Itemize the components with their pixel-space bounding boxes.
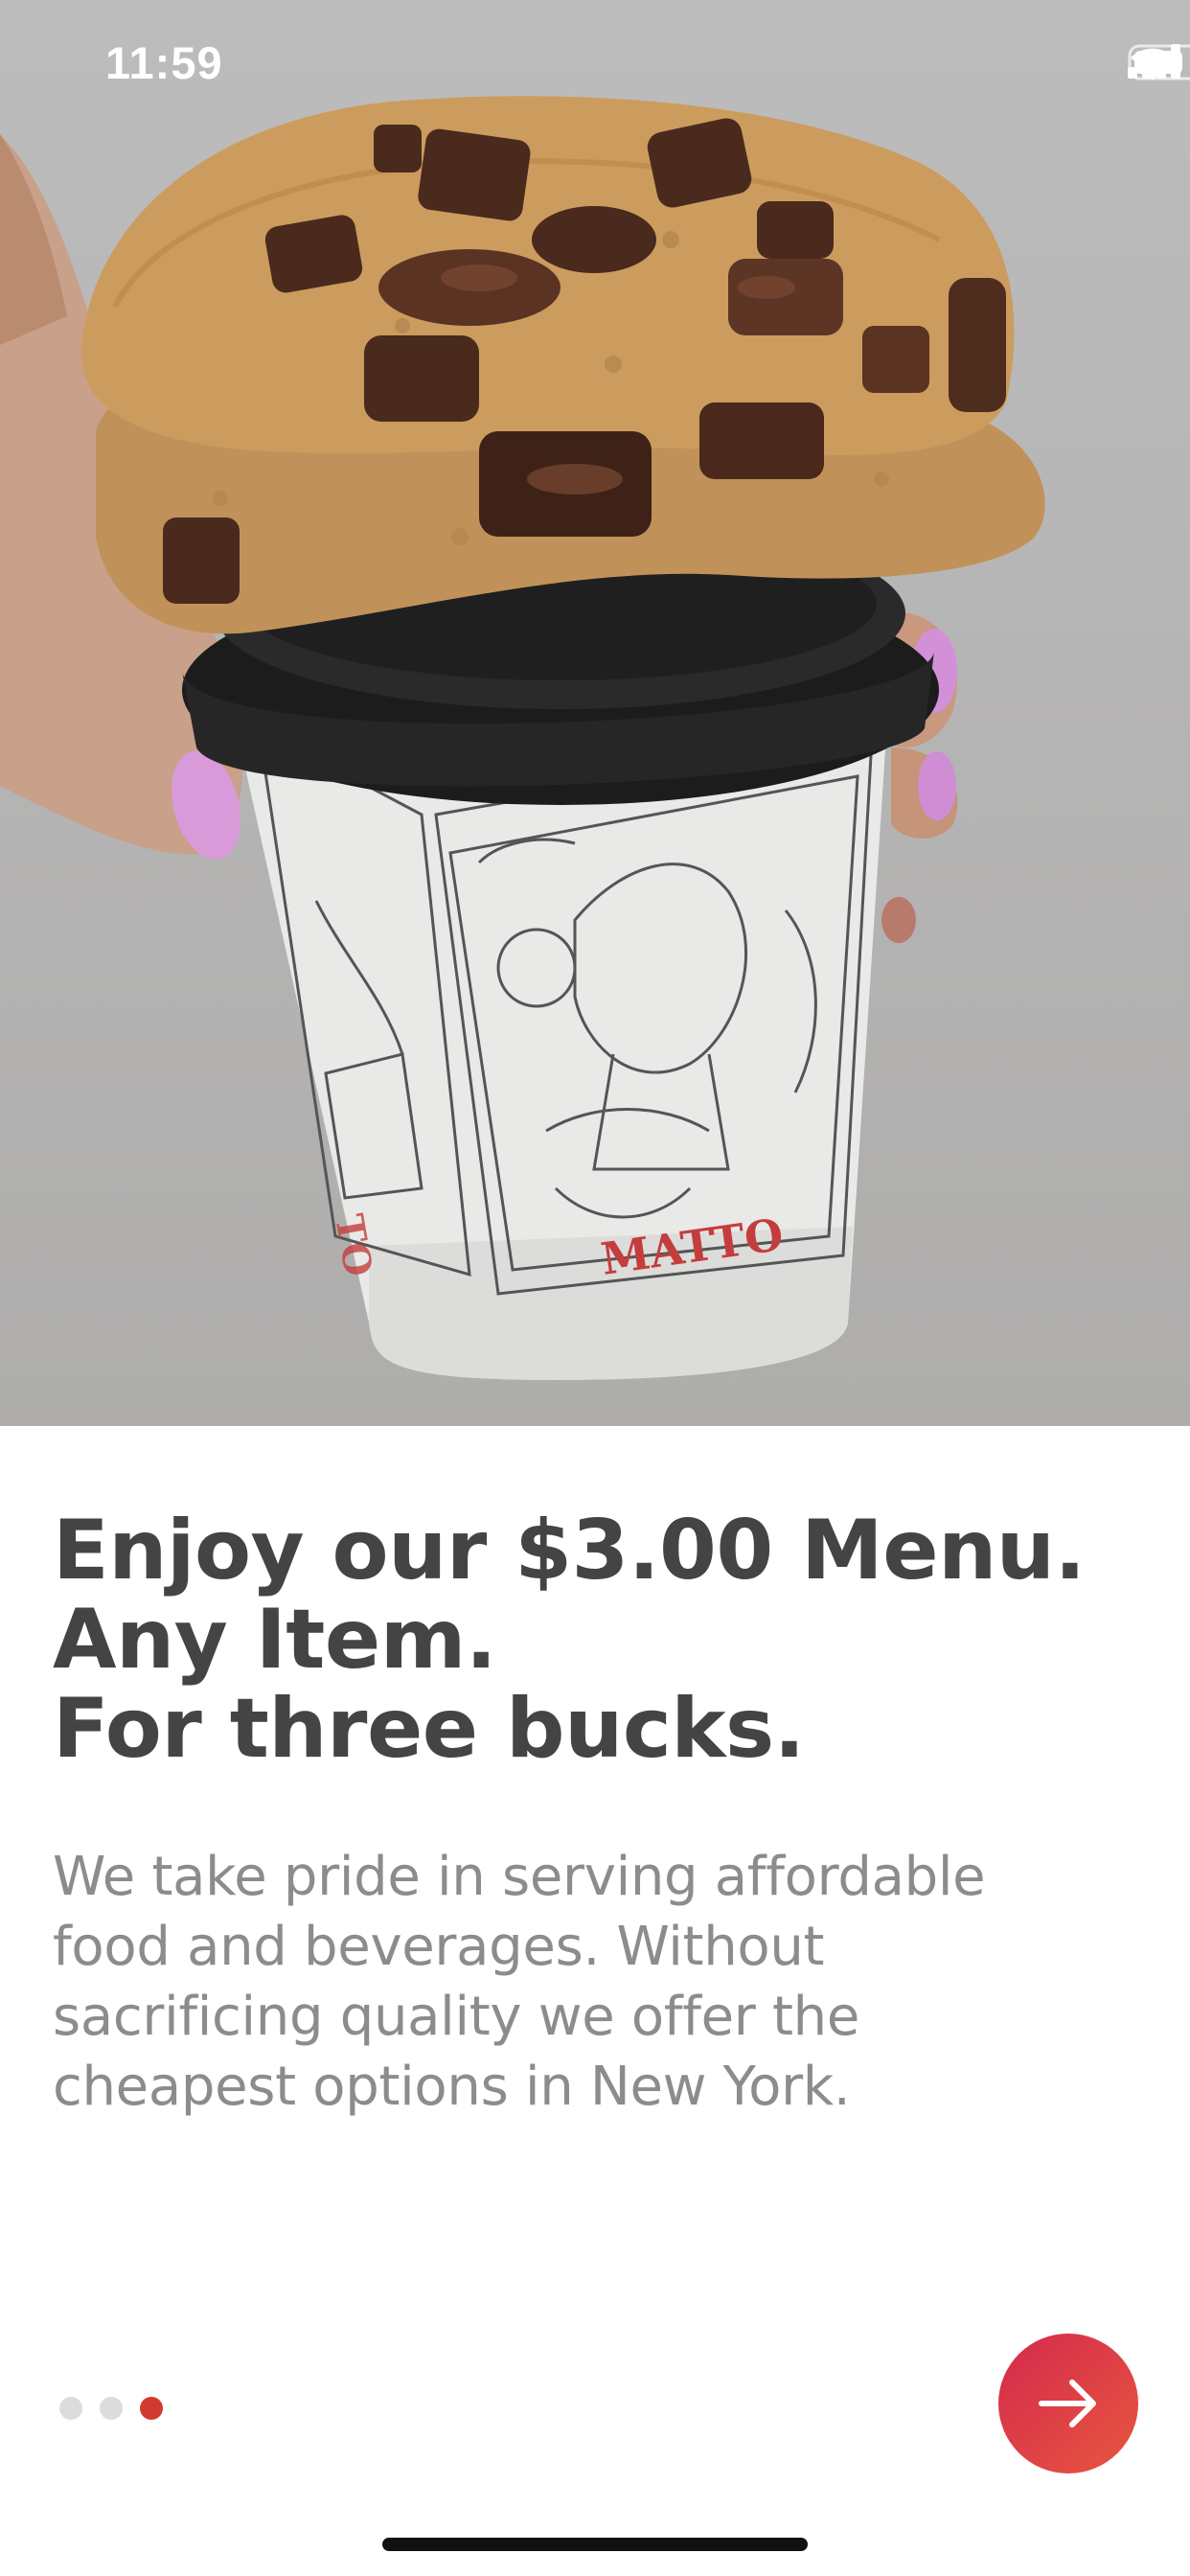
arrow-right-icon — [1039, 2380, 1096, 2427]
headline-line: For three bucks. — [53, 1681, 805, 1777]
status-bar-time: 11:59 — [105, 37, 223, 88]
description-line: cheapest options in New York. — [53, 2056, 851, 2118]
onboarding-headline: Enjoy our $3.00 Menu. Any Item. For thre… — [53, 1506, 1145, 1774]
page-indicator — [59, 2397, 163, 2420]
page-dot-active[interactable] — [140, 2397, 163, 2420]
onboarding-description: We take pride in serving affordable food… — [53, 1842, 1126, 2122]
svg-text:TO: TO — [326, 1211, 381, 1280]
headline-line: Enjoy our $3.00 Menu. — [53, 1503, 1086, 1598]
headline-line: Any Item. — [53, 1592, 497, 1688]
description-line: We take pride in serving affordable — [53, 1846, 986, 1908]
battery-icon — [1128, 44, 1190, 80]
home-indicator[interactable] — [382, 2538, 808, 2551]
cookie-coffee-illustration: MATTO TO — [0, 96, 1045, 1380]
description-line: food and beverages. Without — [53, 1916, 825, 1978]
description-line: sacrificing quality we offer the — [53, 1986, 860, 2048]
next-button[interactable] — [998, 2334, 1138, 2473]
page-dot[interactable] — [59, 2397, 82, 2420]
hero-image: MATTO TO 11:59 — [0, 0, 1190, 1426]
page-dot[interactable] — [100, 2397, 123, 2420]
